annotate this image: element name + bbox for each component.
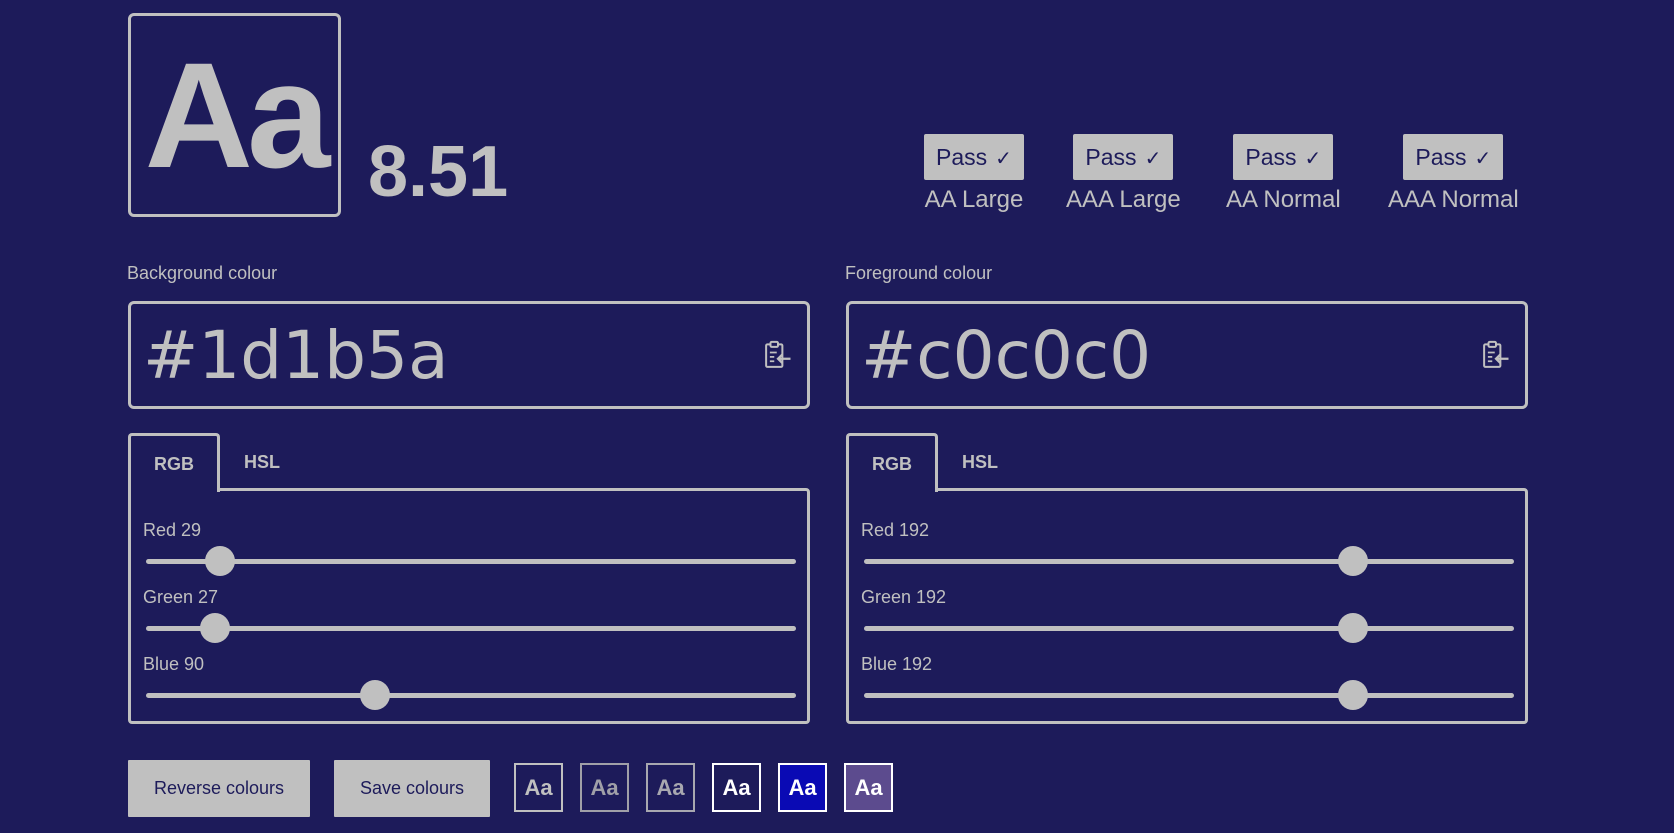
slider-label-green: Green 27: [143, 587, 219, 607]
background-colour-label: Background colour: [127, 263, 278, 283]
slider-track-blue[interactable]: [864, 680, 1514, 710]
tab-hsl-background[interactable]: HSL: [217, 433, 307, 491]
slider-track-red[interactable]: [864, 546, 1514, 576]
saved-swatch[interactable]: Aa: [646, 763, 695, 812]
slider-thumb[interactable]: [360, 680, 391, 710]
status-badge: Pass ✓: [1233, 134, 1334, 180]
foreground-hex-box: [846, 301, 1528, 409]
reverse-colours-button[interactable]: Reverse colours: [128, 760, 310, 817]
result-label: AAA Normal: [1388, 186, 1519, 213]
status-badge: Pass ✓: [1073, 134, 1174, 180]
slider-thumb[interactable]: [1338, 680, 1369, 710]
result-aa-large: Pass ✓ AA Large: [924, 134, 1024, 214]
result-aa-normal: Pass ✓ AA Normal: [1226, 134, 1341, 214]
saved-swatch[interactable]: Aa: [514, 763, 563, 812]
result-label: AAA Large: [1066, 186, 1181, 213]
tab-rgb-foreground[interactable]: RGB: [846, 433, 938, 492]
result-label: AA Large: [924, 186, 1024, 213]
background-hex-box: [128, 301, 810, 409]
preview-sample: Aa: [144, 31, 331, 199]
foreground-hex-input[interactable]: [861, 316, 1421, 394]
saved-swatch[interactable]: Aa: [712, 763, 761, 812]
check-icon: ✓: [1304, 148, 1322, 170]
slider-label-blue: Blue 192: [861, 654, 933, 674]
slider-thumb[interactable]: [1338, 613, 1369, 643]
saved-swatch[interactable]: Aa: [778, 763, 827, 812]
slider-label-red: Red 192: [861, 520, 930, 540]
background-rgb-panel: Red 29 Green 27 Blue 90: [128, 488, 810, 724]
slider-thumb[interactable]: [204, 546, 235, 576]
result-aaa-large: Pass ✓ AAA Large: [1066, 134, 1181, 214]
slider-label-green: Green 192: [861, 587, 947, 607]
paste-icon[interactable]: [763, 340, 793, 370]
result-aaa-normal: Pass ✓ AAA Normal: [1388, 134, 1519, 214]
slider-thumb[interactable]: [199, 613, 230, 643]
slider-track-red[interactable]: [146, 546, 796, 576]
check-icon: ✓: [995, 148, 1012, 170]
tab-rgb-background[interactable]: RGB: [128, 433, 220, 492]
tab-hsl-foreground[interactable]: HSL: [935, 433, 1025, 491]
contrast-ratio: 8.51: [368, 132, 509, 212]
status-badge: Pass ✓: [924, 134, 1024, 180]
saved-swatch[interactable]: Aa: [844, 763, 893, 812]
save-colours-button[interactable]: Save colours: [334, 760, 490, 817]
result-label: AA Normal: [1226, 186, 1341, 213]
contrast-preview: Aa: [128, 13, 341, 217]
slider-thumb[interactable]: [1338, 546, 1369, 576]
check-icon: ✓: [1144, 148, 1162, 170]
slider-track-blue[interactable]: [146, 680, 796, 710]
check-icon: ✓: [1474, 148, 1492, 170]
slider-track-green[interactable]: [146, 613, 796, 643]
slider-track-green[interactable]: [864, 613, 1514, 643]
background-hex-input[interactable]: [143, 316, 703, 394]
slider-label-blue: Blue 90: [143, 654, 205, 674]
slider-label-red: Red 29: [143, 520, 202, 540]
status-badge: Pass ✓: [1403, 134, 1504, 180]
foreground-colour-label: Foreground colour: [845, 263, 993, 283]
foreground-rgb-panel: Red 192 Green 192 Blue 192: [846, 488, 1528, 724]
saved-swatch[interactable]: Aa: [580, 763, 629, 812]
paste-icon[interactable]: [1481, 340, 1511, 370]
